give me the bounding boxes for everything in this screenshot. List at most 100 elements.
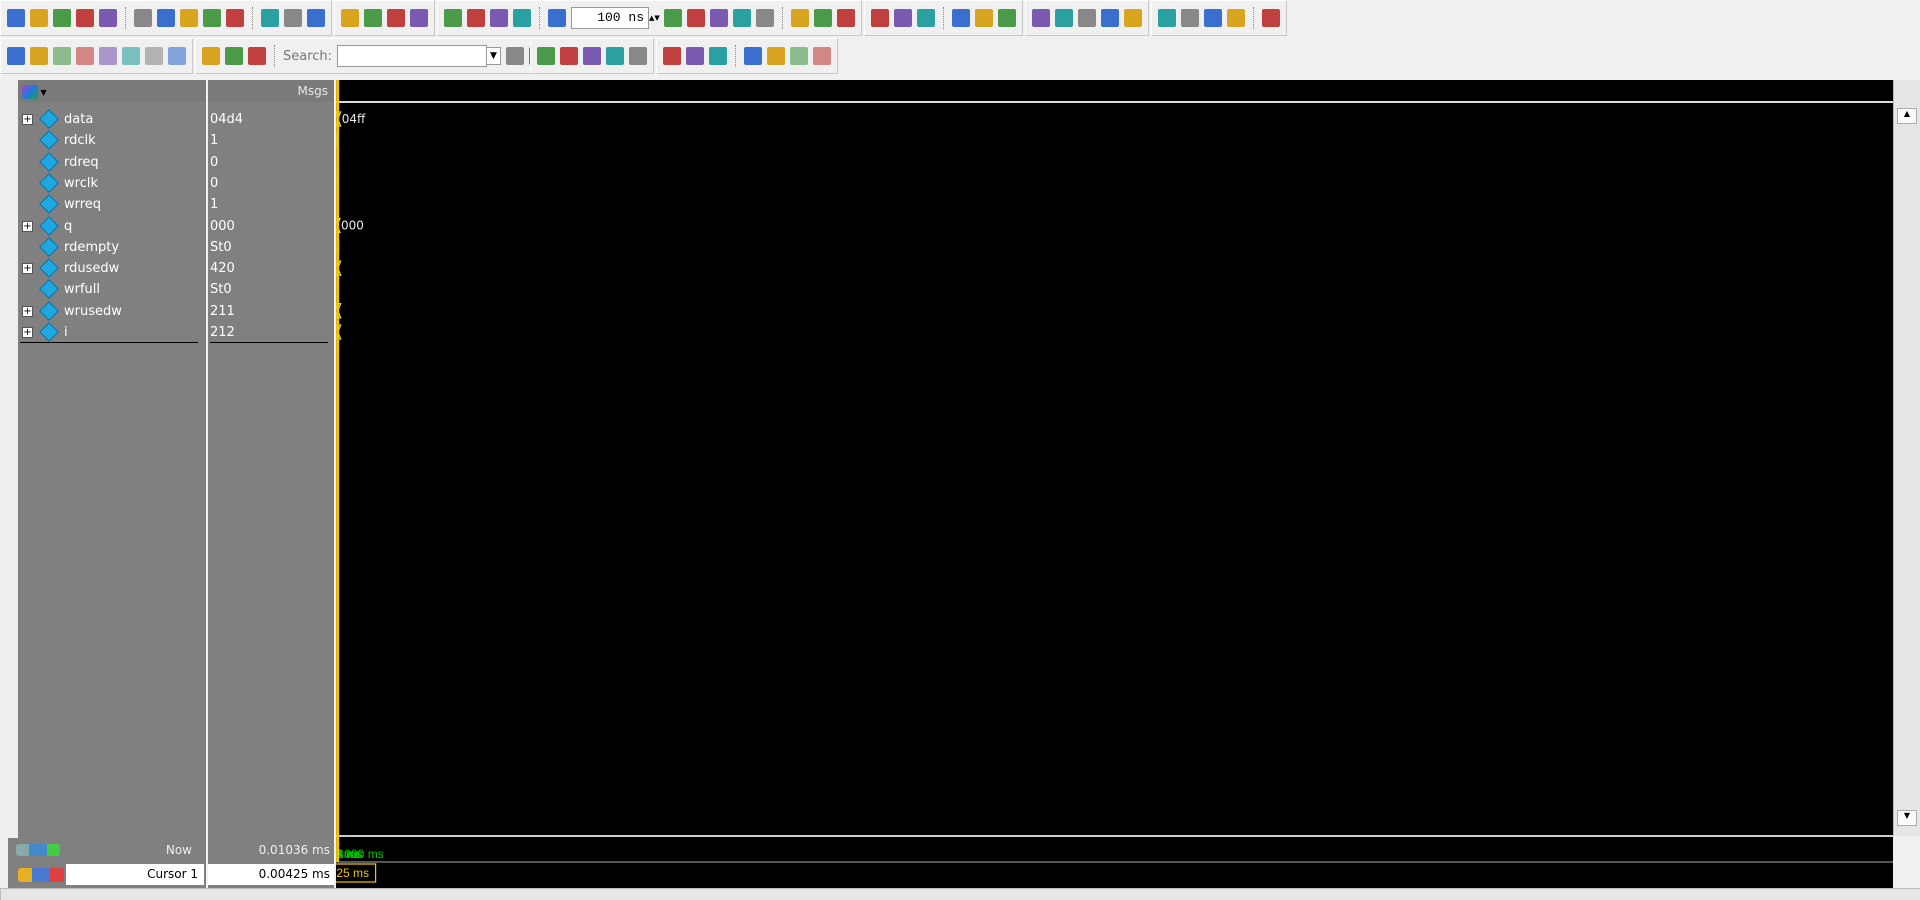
find-binoculars-icon[interactable] [284,9,302,27]
expand-left-icon[interactable] [202,47,220,65]
run-length-icon[interactable] [548,9,566,27]
print-icon[interactable] [99,9,117,27]
signal-row-q[interactable]: + q [0,215,206,237]
scroll-down-button[interactable]: ▼ [1897,810,1917,826]
signal-row-data[interactable]: + data [0,109,206,130]
run-length-input[interactable]: 100 ns [571,7,649,29]
collapse-icon[interactable] [248,47,266,65]
reload-icon[interactable] [76,9,94,27]
zoom-mode-icon[interactable] [1181,9,1199,27]
zoom-cursor-icon[interactable] [605,47,624,65]
wave-remove-icon[interactable] [1055,9,1073,27]
signal-row-wrfull[interactable]: wrfull [0,279,206,300]
waveform-data[interactable]: 04ff [336,111,366,127]
simulate-icon[interactable] [387,9,405,27]
save-icon[interactable] [53,9,71,27]
format-icon[interactable] [307,9,325,27]
scroll-up-button[interactable]: ▲ [1897,108,1917,124]
run-length-spinner-icon[interactable]: ▲▼ [649,14,660,23]
run-all-icon[interactable] [710,9,728,27]
wave-add-icon[interactable] [1032,9,1050,27]
wave-rising-icon[interactable] [789,47,808,65]
signal-row-rdclk[interactable]: rdclk [0,130,206,151]
step-out-all-icon[interactable] [998,9,1016,27]
zoom-out-icon[interactable] [559,47,578,65]
search-forward-icon[interactable] [505,47,524,65]
prev-rising-icon[interactable] [145,47,163,65]
paste-icon[interactable] [180,9,198,27]
next-rising-icon[interactable] [168,47,186,65]
next-edge-icon[interactable] [76,47,94,65]
cut-icon[interactable] [134,9,152,27]
signal-row-wrreq[interactable]: wrreq [0,194,206,215]
next-falling-icon[interactable] [122,47,140,65]
traffic-light-icon[interactable] [1262,9,1280,27]
wave-save-icon[interactable] [1101,9,1119,27]
bottom-scrollbar[interactable] [0,888,1920,900]
group-dropdown-icon[interactable]: ▼ [38,88,47,97]
performance-icon[interactable] [791,9,809,27]
expand-icon[interactable]: + [22,220,33,232]
wave-step-icon[interactable] [766,47,785,65]
signal-row-rdusedw[interactable]: + rdusedw [0,258,206,279]
step-into-icon[interactable] [871,9,889,27]
undo-icon[interactable] [203,9,221,27]
search-dropdown-icon[interactable]: ▼ [486,47,501,65]
step-over-all-icon[interactable] [975,9,993,27]
cursor-name[interactable]: Cursor 1 [66,864,204,885]
break-icon[interactable] [410,9,428,27]
hand-icon[interactable] [837,9,855,27]
waveform-q[interactable]: 000 [336,217,364,234]
up-arrow-icon[interactable] [467,9,485,27]
zoom-region-icon[interactable] [628,47,647,65]
add-icon[interactable] [261,9,279,27]
prev-edge-icon[interactable] [53,47,71,65]
memory-icon[interactable] [814,9,832,27]
prev-falling-icon[interactable] [99,47,117,65]
signal-row-wrclk[interactable]: wrclk [0,172,206,194]
wave-logic-icon[interactable] [685,47,704,65]
expand-right-icon[interactable] [225,47,243,65]
vertical-scrollbar[interactable]: ▲ ▼ [1893,80,1920,836]
search-input[interactable] [337,45,488,67]
wave-analog-icon[interactable] [743,47,762,65]
wave-event-icon[interactable] [708,47,727,65]
insert-cursor-icon[interactable] [7,47,25,65]
wave-literal-icon[interactable] [662,47,681,65]
waveform-canvas[interactable]: 04ff0000.000 ms0.002 ms0.004 ms0.006 ms0… [336,80,1893,888]
restart-icon[interactable] [444,9,462,27]
delete-cursor-icon[interactable] [30,47,48,65]
compile-all-icon[interactable] [364,9,382,27]
wave-falling-icon[interactable] [812,47,831,65]
cursor-lock-icons[interactable] [18,868,64,882]
signal-row-i[interactable]: + i [0,322,206,343]
redo-icon[interactable] [226,9,244,27]
forward-arrow-icon[interactable] [513,9,531,27]
split-icon[interactable] [1227,9,1245,27]
signal-row-wrusedw[interactable]: + wrusedw [0,300,206,322]
compile-icon[interactable] [341,9,359,27]
expand-icon[interactable]: + [22,114,33,125]
wave-edit-icon[interactable] [1078,9,1096,27]
stop-red-icon[interactable] [756,9,774,27]
step-over-icon[interactable] [894,9,912,27]
expand-icon[interactable]: + [22,305,33,317]
open-folder-icon[interactable] [30,9,48,27]
back-arrow-icon[interactable] [490,9,508,27]
continue-run-icon[interactable] [687,9,705,27]
zoom-in-icon[interactable] [536,47,555,65]
pan-mode-icon[interactable] [1204,9,1222,27]
zoom-full-icon[interactable] [582,47,601,65]
step-out-icon[interactable] [917,9,935,27]
signal-row-rdreq[interactable]: rdreq [0,151,206,173]
wave-export-icon[interactable] [1124,9,1142,27]
signal-row-rdempty[interactable]: rdempty [0,236,206,258]
expand-icon[interactable]: + [22,263,33,275]
copy-icon[interactable] [157,9,175,27]
stop-icon[interactable] [733,9,751,27]
signal-group-icon[interactable] [22,84,38,99]
select-pointer-icon[interactable] [1158,9,1176,27]
expand-icon[interactable]: + [22,327,33,338]
new-file-icon[interactable] [7,9,25,27]
step-into-all-icon[interactable] [952,9,970,27]
